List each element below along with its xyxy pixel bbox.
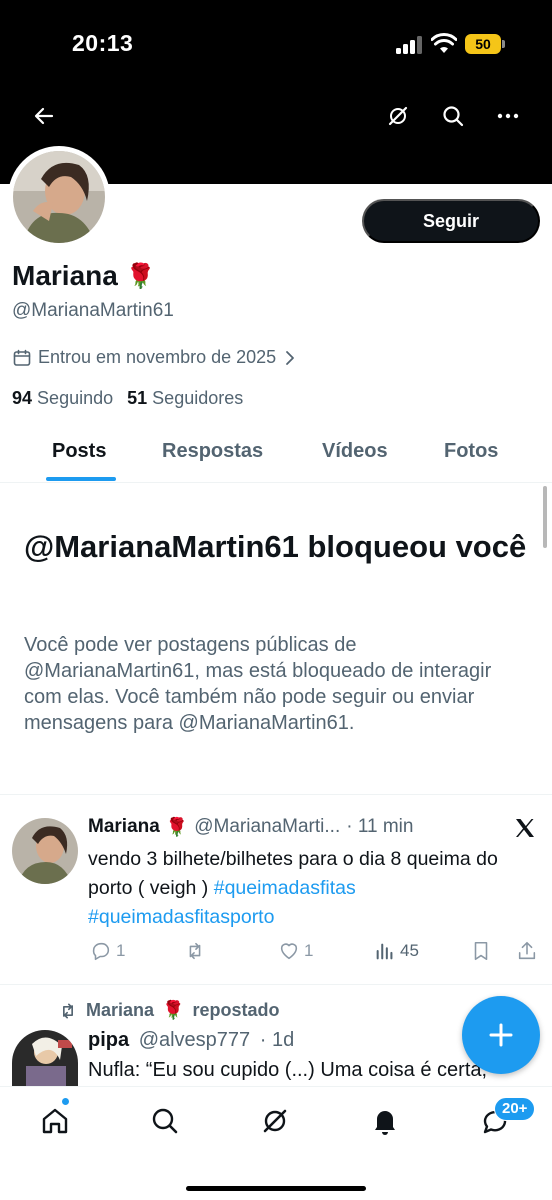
back-button[interactable] bbox=[24, 96, 64, 136]
repost-button[interactable] bbox=[184, 938, 210, 964]
tweet-text: Nufla: “Eu sou cupido (...) Uma coisa é … bbox=[88, 1059, 488, 1081]
home-indicator bbox=[186, 1186, 366, 1191]
tweet-avatar[interactable] bbox=[12, 1030, 78, 1086]
blocked-title: @MarianaMartin61 bloqueou você bbox=[24, 529, 527, 564]
joined-text: Entrou em novembro de 2025 bbox=[38, 347, 277, 367]
profile-avatar[interactable] bbox=[8, 146, 110, 248]
tab-posts[interactable]: Posts bbox=[52, 440, 106, 463]
profile-tabs: Posts Respostas Vídeos Fotos bbox=[0, 426, 552, 483]
tweet-author-name[interactable]: pipa bbox=[88, 1029, 129, 1051]
nav-home[interactable] bbox=[35, 1101, 75, 1141]
avatar-image bbox=[13, 151, 105, 243]
search-button[interactable] bbox=[433, 96, 473, 136]
repost-indicator: Mariana 🌹 repostado bbox=[58, 1000, 279, 1021]
reply-button[interactable]: 1 bbox=[90, 938, 125, 964]
tweet-author-handle[interactable]: @MarianaMarti... bbox=[194, 816, 340, 838]
bookmark-icon bbox=[474, 941, 488, 961]
profile-handle: @MarianaMartin61 bbox=[12, 300, 174, 321]
x-logo-icon bbox=[516, 819, 534, 837]
hashtag-link[interactable]: #queimadasfitasporto bbox=[88, 906, 274, 928]
hashtag-link[interactable]: #queimadasfitas bbox=[214, 877, 356, 899]
nav-notifications[interactable] bbox=[365, 1101, 405, 1141]
more-icon bbox=[497, 113, 519, 119]
scrollbar[interactable] bbox=[543, 486, 547, 548]
rose-emoji: 🌹 bbox=[125, 262, 156, 290]
nav-grok[interactable] bbox=[255, 1101, 295, 1141]
reposted-label: repostado bbox=[192, 1000, 280, 1020]
like-icon bbox=[280, 943, 298, 960]
followers-label: Seguidores bbox=[152, 388, 244, 408]
repost-icon bbox=[63, 1003, 73, 1018]
calendar-icon bbox=[13, 349, 31, 366]
tweet-header: pipa @alvesp777 · 1d bbox=[88, 1029, 294, 1052]
active-tab-indicator bbox=[46, 477, 116, 481]
signal-icon bbox=[396, 36, 424, 54]
views-count: 45 bbox=[400, 941, 419, 960]
messages-badge: 20+ bbox=[494, 1097, 536, 1121]
tweet-time: · 1d bbox=[259, 1029, 295, 1051]
following-label: Seguindo bbox=[37, 388, 114, 408]
search-icon bbox=[443, 106, 464, 127]
joined-date-row[interactable]: Entrou em novembro de 2025 bbox=[12, 347, 298, 368]
tab-videos[interactable]: Vídeos bbox=[322, 440, 388, 463]
grok-icon bbox=[388, 106, 408, 126]
bookmark-button[interactable] bbox=[470, 938, 492, 964]
tab-fotos[interactable]: Fotos bbox=[444, 440, 498, 463]
tweet-header: Mariana 🌹 @MarianaMarti... · 11 min bbox=[88, 816, 413, 838]
bottom-navigation: 20+ bbox=[0, 1086, 552, 1200]
tweet-author-name[interactable]: Mariana bbox=[88, 816, 160, 838]
divider bbox=[0, 984, 552, 985]
reply-count: 1 bbox=[116, 941, 126, 960]
search-icon bbox=[152, 1108, 178, 1134]
status-time: 20:13 bbox=[72, 30, 134, 56]
like-button[interactable]: 1 bbox=[278, 938, 313, 964]
wifi-icon bbox=[431, 33, 457, 53]
chevron-right-icon bbox=[286, 350, 295, 365]
battery-level: 50 bbox=[475, 36, 491, 52]
following-stat[interactable]: 94 Seguindo bbox=[12, 388, 113, 409]
rose-emoji: 🌹 bbox=[165, 816, 189, 837]
follow-button[interactable]: Seguir bbox=[362, 199, 540, 243]
new-posts-dot bbox=[61, 1097, 70, 1106]
status-bar: 20:13 50 bbox=[0, 0, 552, 90]
plus-icon bbox=[489, 1023, 513, 1047]
back-arrow-icon bbox=[34, 107, 54, 125]
tweet-time: · 11 min bbox=[346, 816, 414, 837]
tweet-author-handle[interactable]: @alvesp777 bbox=[139, 1029, 250, 1051]
following-count: 94 bbox=[12, 388, 33, 408]
nav-search[interactable] bbox=[145, 1101, 185, 1141]
share-button[interactable] bbox=[516, 938, 538, 964]
tweet-text: vendo 3 bilhete/bilhetes para o dia 8 qu… bbox=[88, 845, 538, 932]
views-button[interactable]: 45 bbox=[374, 938, 419, 964]
home-icon bbox=[42, 1108, 68, 1134]
grok-button[interactable] bbox=[378, 96, 418, 136]
divider bbox=[0, 794, 552, 795]
rose-emoji: 🌹 bbox=[162, 1000, 185, 1020]
followers-count: 51 bbox=[127, 388, 148, 408]
follow-stats: 94 Seguindo 51 Seguidores bbox=[12, 388, 243, 409]
share-icon bbox=[518, 941, 536, 960]
compose-button[interactable] bbox=[462, 996, 540, 1074]
blocked-message: Você pode ver postagens públicas de @Mar… bbox=[24, 634, 492, 734]
repost-icon bbox=[189, 942, 201, 960]
bell-icon bbox=[375, 1111, 395, 1135]
grok-icon bbox=[263, 1109, 287, 1133]
like-count: 1 bbox=[304, 941, 314, 960]
views-icon bbox=[376, 943, 393, 960]
reposted-by-name[interactable]: Mariana bbox=[86, 1000, 154, 1021]
profile-name: Mariana 🌹 bbox=[12, 260, 156, 292]
reply-icon bbox=[92, 942, 110, 961]
battery-indicator: 50 bbox=[465, 34, 501, 54]
battery-tip bbox=[502, 40, 505, 48]
profile-name-text: Mariana bbox=[12, 260, 118, 291]
more-button[interactable] bbox=[488, 96, 528, 136]
tweet-avatar[interactable] bbox=[12, 818, 78, 884]
tab-respostas[interactable]: Respostas bbox=[162, 440, 263, 463]
followers-stat[interactable]: 51 Seguidores bbox=[127, 388, 243, 409]
